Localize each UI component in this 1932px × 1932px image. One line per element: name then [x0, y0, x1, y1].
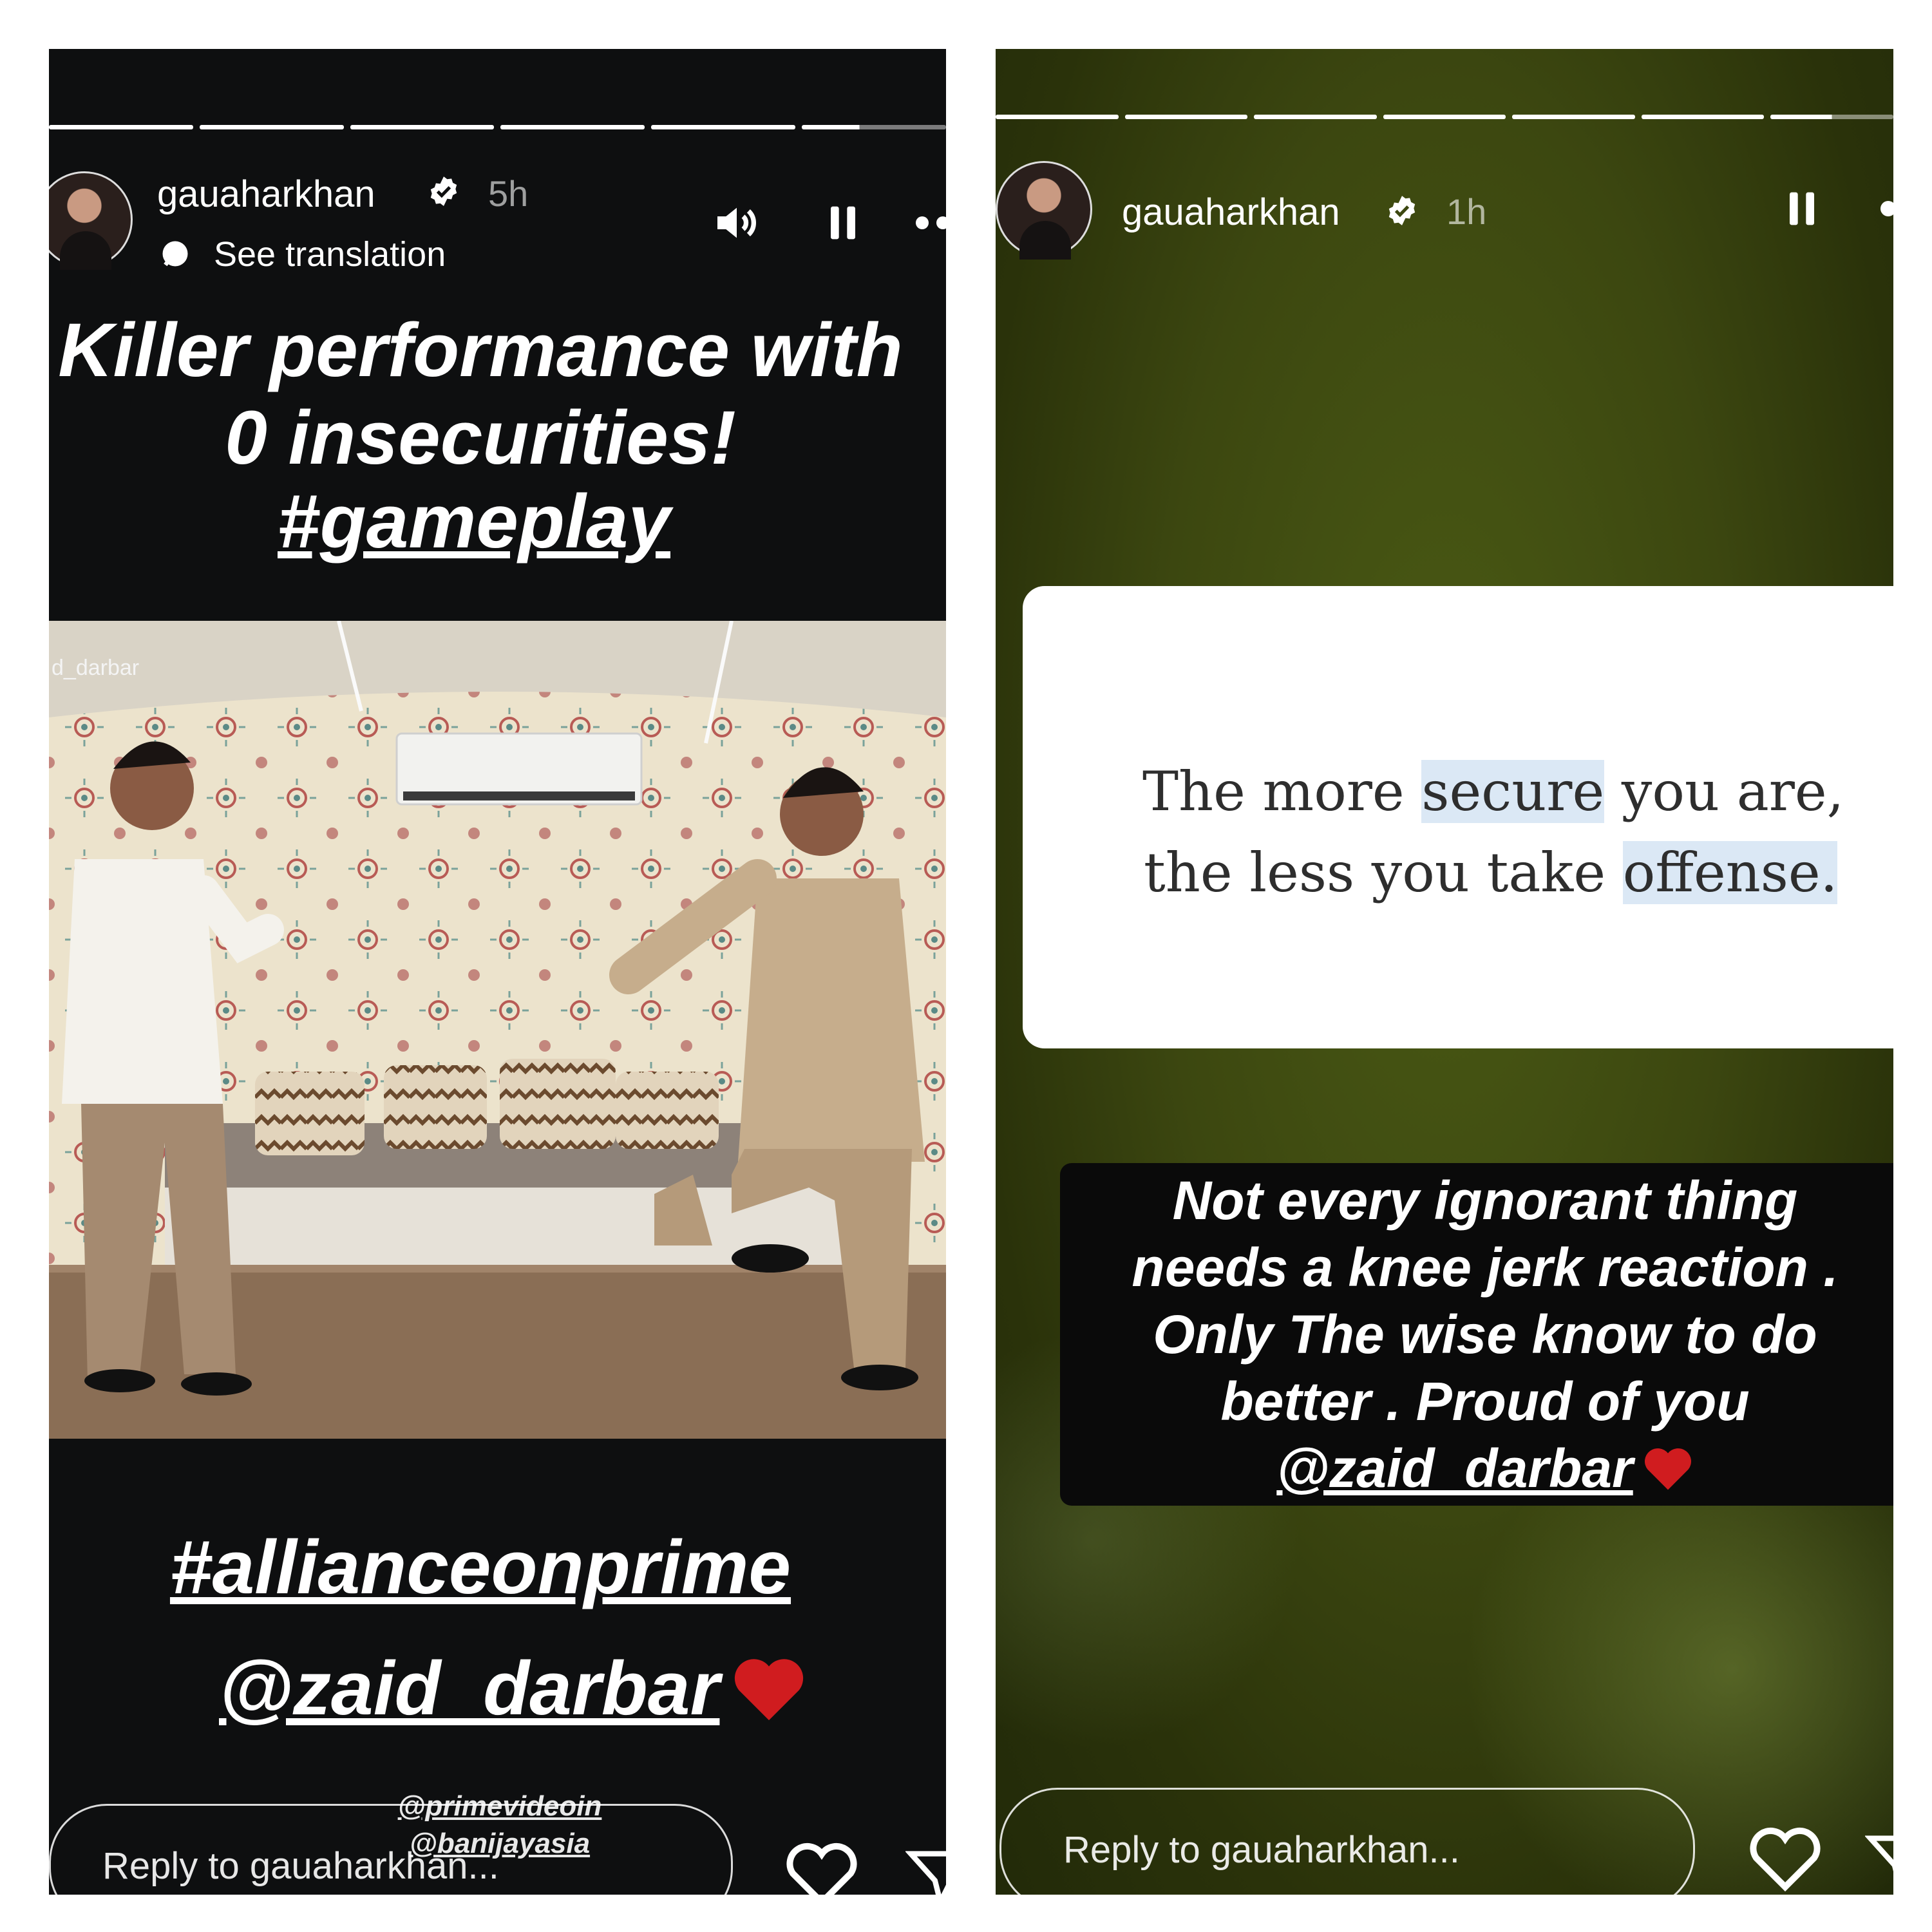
mention-zaid-darbar[interactable]: @zaid_darbar [219, 1645, 719, 1732]
quote-line-1: The more secure you are, [1142, 760, 1844, 823]
highlight-secure: secure [1421, 760, 1605, 823]
video-scene-illustration [49, 621, 946, 1439]
highlight-offense: offense. [1622, 841, 1838, 904]
progress-segment [1512, 115, 1635, 119]
mention-zaid-darbar[interactable]: @zaid_darbar [1276, 1435, 1633, 1502]
caption-background: Not every ignorant thing needs a knee je… [1060, 1163, 1893, 1506]
progress-segment [500, 125, 645, 129]
more-icon[interactable] [1875, 196, 1893, 222]
story-progress-bar [49, 125, 946, 129]
heart-icon[interactable] [783, 1838, 860, 1895]
video-watermark: d_darbar [52, 656, 140, 680]
progress-segment [651, 125, 796, 129]
verified-badge-icon [430, 176, 457, 206]
caption-mention-row: @zaid_darbar [1060, 1435, 1893, 1502]
headline-line: Killer performance with [58, 308, 903, 393]
post-time: 1h [1446, 191, 1487, 232]
post-time: 5h [488, 173, 529, 214]
hashtag-gameplay[interactable]: #gameplay [49, 478, 899, 565]
send-icon[interactable] [1865, 1830, 1893, 1895]
heart-emoji-icon [735, 1659, 804, 1721]
story-caption: Not every ignorant thing needs a knee je… [1060, 1163, 1893, 1506]
avatar[interactable] [996, 161, 1092, 260]
progress-segment [1124, 115, 1248, 119]
translate-icon [162, 241, 188, 267]
username[interactable]: gauaharkhan [157, 173, 375, 216]
reply-input[interactable]: Reply to gauaharkhan... [999, 1788, 1695, 1895]
reply-placeholder: Reply to gauaharkhan... [102, 1845, 499, 1887]
pause-icon[interactable] [1777, 184, 1826, 233]
progress-segment [1383, 115, 1506, 119]
story-headline: Killer performance with 0 insecurities! [49, 307, 946, 482]
speaker-icon[interactable] [711, 197, 762, 249]
quote-text: The more secure you are, the less you ta… [1023, 751, 1893, 913]
caption-line: Only The wise know to do [1153, 1304, 1817, 1365]
avatar[interactable] [49, 171, 133, 270]
see-translation-link[interactable]: See translation [214, 234, 446, 274]
progress-segment [350, 125, 495, 129]
reply-input[interactable]: Reply to gauaharkhan... [49, 1804, 733, 1895]
story-video[interactable]: d_darbar [49, 621, 946, 1439]
reply-placeholder: Reply to gauaharkhan... [1063, 1829, 1460, 1871]
username[interactable]: gauaharkhan [1122, 191, 1340, 234]
caption-line: Not every ignorant thing [1172, 1170, 1798, 1231]
pause-icon[interactable] [819, 198, 867, 247]
more-icon[interactable] [912, 210, 946, 236]
progress-segment [1254, 115, 1377, 119]
caption-line: needs a knee jerk reaction . [1132, 1237, 1839, 1298]
progress-segment [49, 125, 193, 129]
left-story-panel: gauaharkhan 5h See translation Killer pe… [49, 49, 946, 1895]
verified-badge-icon [1388, 196, 1416, 225]
hashtag-allianceonprime[interactable]: #allianceonprime [49, 1524, 912, 1611]
quote-line-2: the less you take offense. [1144, 841, 1838, 904]
progress-segment [199, 125, 344, 129]
progress-segment [996, 115, 1119, 119]
headline-line: 0 insecurities! [225, 395, 736, 480]
send-icon[interactable] [905, 1846, 946, 1895]
quote-card: The more secure you are, the less you ta… [1023, 586, 1893, 1048]
right-story-panel: gauaharkhan 1h The more secure you are, … [996, 49, 1893, 1895]
caption-line: better . Proud of you [1220, 1371, 1750, 1432]
progress-segment [802, 125, 946, 129]
story-progress-bar [996, 115, 1893, 119]
mention-row: @zaid_darbar [219, 1645, 807, 1732]
heart-icon[interactable] [1747, 1823, 1824, 1893]
heart-emoji-icon [1644, 1448, 1691, 1490]
progress-segment [1770, 115, 1893, 119]
progress-segment [1641, 115, 1765, 119]
